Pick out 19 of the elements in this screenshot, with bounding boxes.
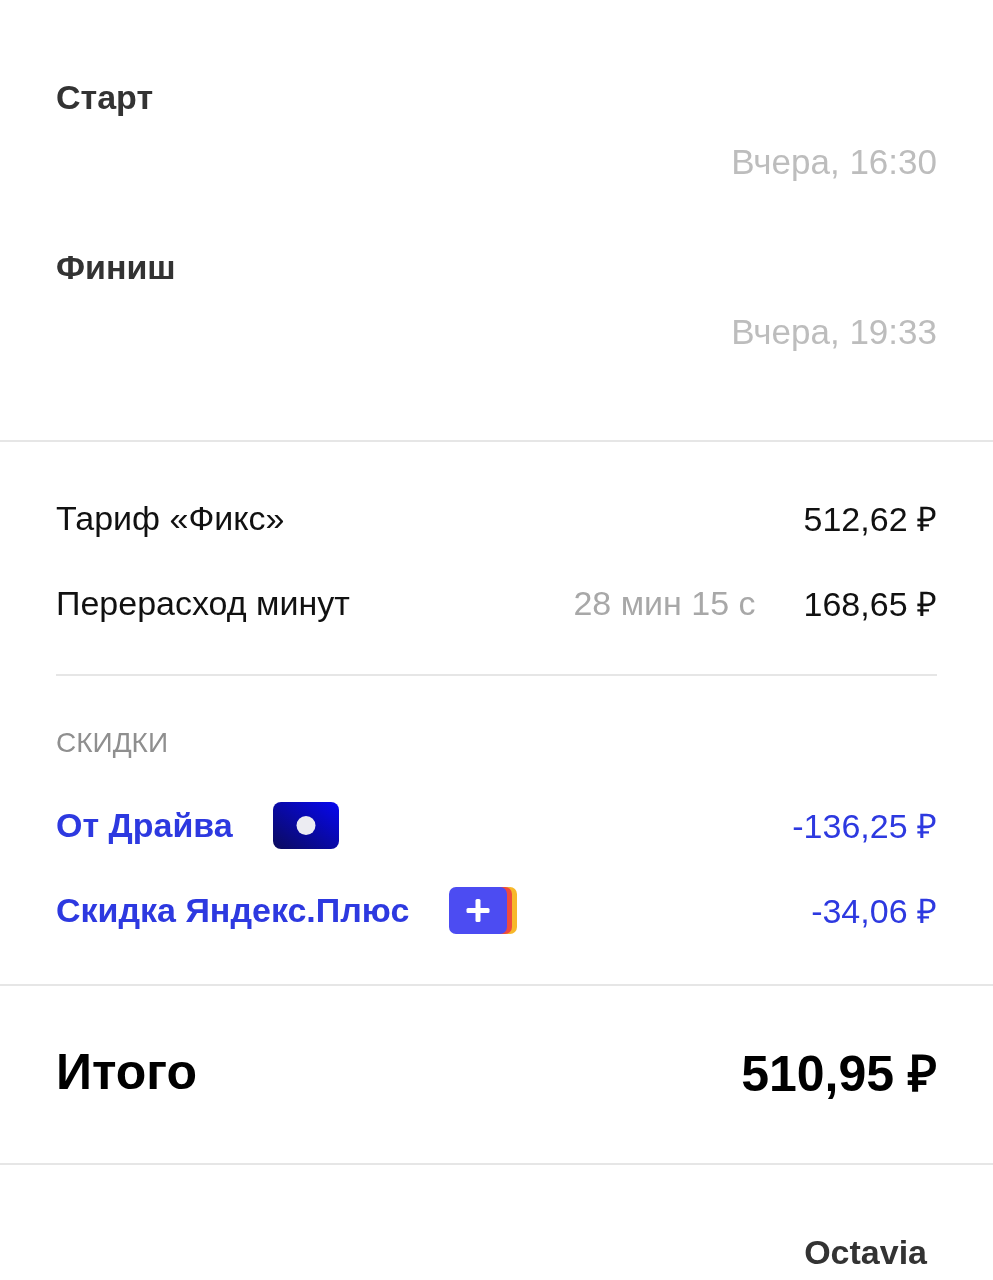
point-time: Вчера, 16:30 [731,141,937,183]
point-time: Вчера, 19:33 [731,311,937,353]
section-heading: СКИДКИ [56,726,169,760]
charge-label: Тариф «Фикс» [56,498,285,538]
discount-label: Скидка Яндекс.Плюс [56,890,410,930]
total-amount: 510,95 ₽ [741,1045,937,1104]
discount-amount: -136,25 ₽ [792,806,937,847]
total-label: Итого [56,1043,197,1101]
discount-amount: -34,06 ₽ [811,891,937,932]
point-label: Финиш [56,247,176,288]
dot-tile-icon [272,801,339,849]
plus-tile-icon [449,886,518,934]
discount-label: От Драйва [56,805,233,845]
charge-detail: 28 мин 15 с [573,583,756,623]
point-label: Старт [56,77,154,118]
charge-amount: 168,65 ₽ [803,584,937,625]
car-model: Octavia [804,1232,927,1272]
charge-amount: 512,62 ₽ [803,499,937,540]
charge-label: Перерасход минут [56,583,350,623]
